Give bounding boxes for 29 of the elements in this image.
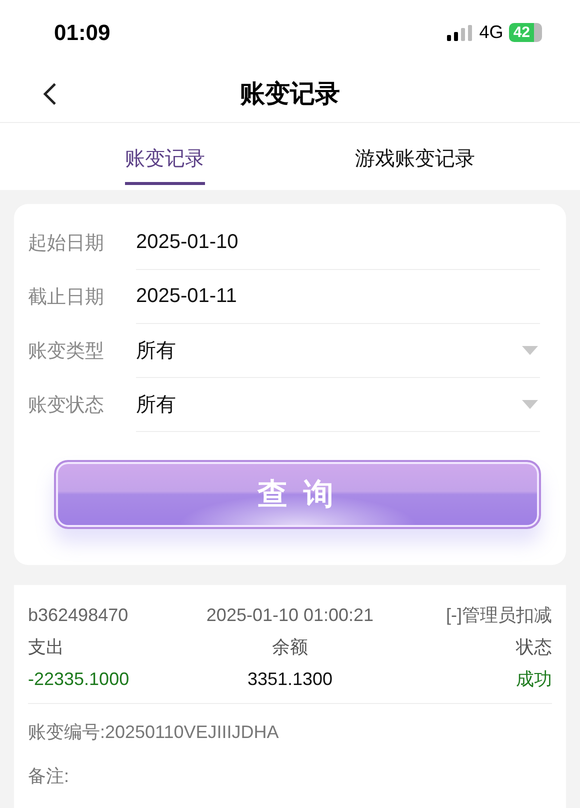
date-field[interactable]: 2025-01-10 — [136, 216, 540, 270]
tab[interactable]: 游戏账变记录 — [355, 123, 475, 185]
back-icon[interactable] — [42, 82, 58, 106]
battery-indicator: 42 — [509, 23, 542, 42]
field-label: 起始日期 — [28, 232, 105, 256]
date-field[interactable]: 2025-01-11 — [136, 270, 540, 324]
remark-text: 备注: — [28, 765, 70, 788]
field-label: 账变状态 — [28, 394, 105, 418]
page-title: 账变记录 — [240, 79, 340, 110]
dropdown-field[interactable]: 所有 — [136, 324, 540, 378]
user-id: b362498470 — [28, 604, 130, 626]
network-label: 4G — [479, 22, 504, 43]
status-label: 状态 — [514, 636, 552, 659]
record-time: 2025-01-10 01:00:21 — [206, 604, 374, 626]
balance-label: 余额 — [271, 636, 309, 659]
amount-label: 支出 — [28, 636, 65, 659]
field-label: 截止日期 — [28, 286, 105, 310]
signal-icon — [447, 24, 474, 40]
dropdown-icon — [522, 346, 538, 355]
record-type: [-]管理员扣减 — [445, 604, 552, 627]
amount-value: -22335.1000 — [28, 668, 130, 690]
status-time: 01:09 — [54, 20, 112, 46]
tab[interactable]: 账变记录 — [125, 123, 205, 185]
dropdown-icon — [522, 400, 538, 409]
serial-number: 账变编号:20250110VEJIIIJDHA — [28, 721, 280, 744]
field-label: 账变类型 — [28, 340, 105, 364]
dropdown-field[interactable]: 所有 — [136, 378, 540, 432]
balance-value: 3351.1300 — [246, 668, 334, 690]
status-value: 成功 — [515, 668, 552, 691]
